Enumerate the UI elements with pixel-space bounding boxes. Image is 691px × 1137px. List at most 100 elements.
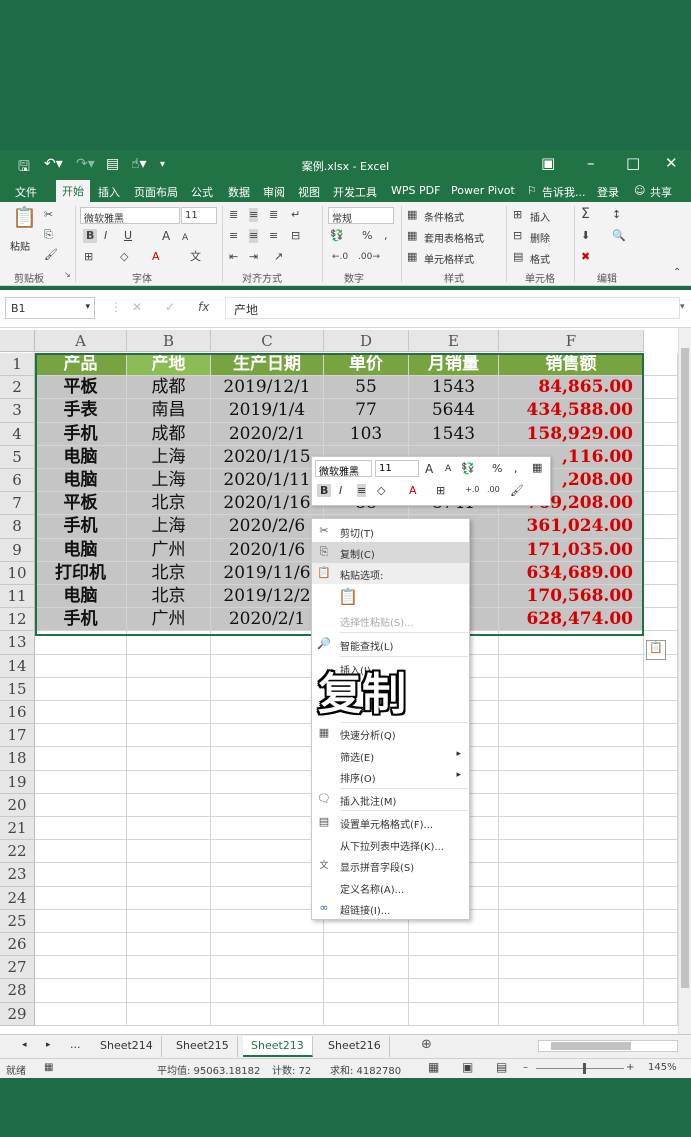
- empty-cell[interactable]: [35, 793, 127, 817]
- empty-cell[interactable]: [644, 979, 678, 1003]
- table-cell[interactable]: 158,929.00: [499, 422, 644, 446]
- empty-cell[interactable]: [499, 886, 644, 910]
- merge-center-icon[interactable]: ⊟: [291, 229, 300, 243]
- empty-cell[interactable]: [211, 979, 324, 1003]
- table-cell[interactable]: 171,035.00: [499, 538, 644, 562]
- expand-formula-icon[interactable]: ▾: [680, 302, 685, 312]
- mini-shrink-font-button[interactable]: A: [445, 464, 451, 474]
- empty-cell[interactable]: [35, 979, 127, 1003]
- table-cell[interactable]: 电脑: [35, 538, 127, 562]
- currency-icon[interactable]: 💱: [330, 229, 344, 243]
- mini-grow-font-button[interactable]: A: [425, 462, 433, 476]
- menu-item-cut[interactable]: ✂ 剪切(T): [312, 521, 469, 542]
- empty-cell[interactable]: [644, 399, 678, 423]
- row-header[interactable]: 18: [0, 747, 35, 771]
- table-cell[interactable]: 广州: [127, 538, 211, 562]
- tab-data[interactable]: 数据: [228, 184, 250, 200]
- zoom-slider-thumb[interactable]: [583, 1063, 586, 1074]
- increase-decimal-icon[interactable]: ←.0: [332, 250, 348, 264]
- empty-cell[interactable]: [35, 654, 127, 678]
- table-cell[interactable]: 361,024.00: [499, 515, 644, 539]
- empty-cell[interactable]: [499, 770, 644, 794]
- autosum-icon[interactable]: Σ: [581, 207, 590, 221]
- row-header[interactable]: 26: [0, 933, 35, 957]
- align-bottom-icon[interactable]: ≣: [269, 208, 278, 222]
- tab-insert[interactable]: 插入: [98, 184, 120, 200]
- menu-item-smart-lookup[interactable]: 🔎 智能查找(L): [312, 634, 469, 655]
- tab-formulas[interactable]: 公式: [191, 184, 213, 200]
- table-cell[interactable]: 634,689.00: [499, 561, 644, 585]
- column-header[interactable]: D: [324, 330, 409, 352]
- table-cell[interactable]: 电脑: [35, 585, 127, 609]
- mini-format-table-icon[interactable]: ▦: [532, 461, 542, 474]
- empty-cell[interactable]: [35, 886, 127, 910]
- empty-cell[interactable]: [127, 956, 211, 980]
- empty-cell[interactable]: [499, 863, 644, 887]
- empty-cell[interactable]: [499, 909, 644, 933]
- column-header[interactable]: B: [127, 330, 211, 352]
- table-header-cell[interactable]: 单价: [324, 353, 409, 377]
- wrap-text-icon[interactable]: ↵: [291, 208, 300, 222]
- mini-italic-button[interactable]: I: [339, 484, 342, 497]
- table-header-cell[interactable]: 产地: [127, 353, 211, 377]
- empty-cell[interactable]: [499, 701, 644, 725]
- empty-cell[interactable]: [644, 376, 678, 400]
- empty-cell[interactable]: [644, 561, 678, 585]
- format-cells-icon[interactable]: ▤: [513, 250, 523, 264]
- table-cell[interactable]: 手表: [35, 399, 127, 423]
- empty-cell[interactable]: [211, 933, 324, 957]
- empty-cell[interactable]: [35, 956, 127, 980]
- empty-cell[interactable]: [211, 793, 324, 817]
- mini-bold-button[interactable]: B: [317, 484, 332, 497]
- tab-wps-pdf[interactable]: WPS PDF: [391, 184, 440, 197]
- table-cell[interactable]: 2020/2/1: [211, 608, 324, 632]
- menu-item-paste-special[interactable]: 选择性粘贴(S)...: [312, 610, 469, 631]
- table-cell[interactable]: 广州: [127, 608, 211, 632]
- empty-cell[interactable]: [409, 1002, 499, 1026]
- ribbon-display-icon[interactable]: ▣: [541, 154, 555, 172]
- sheet-tab-active[interactable]: Sheet213: [243, 1036, 313, 1057]
- horizontal-scrollbar[interactable]: [538, 1040, 678, 1052]
- table-cell[interactable]: 2019/12/2: [211, 585, 324, 609]
- font-size-select[interactable]: 11: [181, 207, 217, 224]
- mini-increase-decimal-icon[interactable]: +.0: [465, 485, 479, 494]
- row-header[interactable]: 3: [0, 399, 35, 423]
- underline-button[interactable]: U: [124, 229, 132, 243]
- increase-indent-icon[interactable]: ⇥: [249, 250, 258, 264]
- format-as-table-button[interactable]: 套用表格格式: [424, 230, 484, 245]
- empty-cell[interactable]: [127, 817, 211, 841]
- border-icon[interactable]: ⊞: [84, 250, 93, 264]
- empty-cell[interactable]: [644, 677, 678, 701]
- empty-cell[interactable]: [211, 724, 324, 748]
- font-color-icon[interactable]: A: [152, 250, 160, 264]
- table-cell[interactable]: 2020/1/15: [211, 445, 324, 469]
- row-header[interactable]: 7: [0, 492, 35, 516]
- enter-icon[interactable]: ✓: [165, 300, 175, 314]
- dialog-launcher-icon[interactable]: ↘: [64, 270, 71, 279]
- empty-cell[interactable]: [211, 631, 324, 655]
- empty-cell[interactable]: [35, 701, 127, 725]
- fill-icon[interactable]: ⬇: [581, 229, 590, 243]
- empty-cell[interactable]: [409, 979, 499, 1003]
- italic-button[interactable]: I: [104, 229, 107, 243]
- align-top-icon[interactable]: ≣: [229, 208, 238, 222]
- align-right-icon[interactable]: ≡: [269, 229, 278, 243]
- conditional-format-button[interactable]: 条件格式: [424, 209, 464, 224]
- empty-cell[interactable]: [35, 933, 127, 957]
- table-cell[interactable]: 平板: [35, 492, 127, 516]
- more-sheets-button[interactable]: ...: [70, 1038, 81, 1051]
- format-cells-button[interactable]: 格式: [530, 251, 550, 266]
- table-cell[interactable]: 2020/2/6: [211, 515, 324, 539]
- row-header[interactable]: 5: [0, 445, 35, 469]
- empty-cell[interactable]: [644, 1002, 678, 1026]
- table-cell[interactable]: 2020/1/6: [211, 538, 324, 562]
- row-header[interactable]: 12: [0, 608, 35, 632]
- table-cell[interactable]: 2019/11/6: [211, 561, 324, 585]
- empty-cell[interactable]: [409, 956, 499, 980]
- table-cell[interactable]: 成都: [127, 422, 211, 446]
- empty-cell[interactable]: [644, 909, 678, 933]
- empty-cell[interactable]: [499, 1002, 644, 1026]
- empty-cell[interactable]: [35, 631, 127, 655]
- sheet-tab[interactable]: Sheet214: [92, 1036, 162, 1057]
- tab-view[interactable]: 视图: [298, 184, 320, 200]
